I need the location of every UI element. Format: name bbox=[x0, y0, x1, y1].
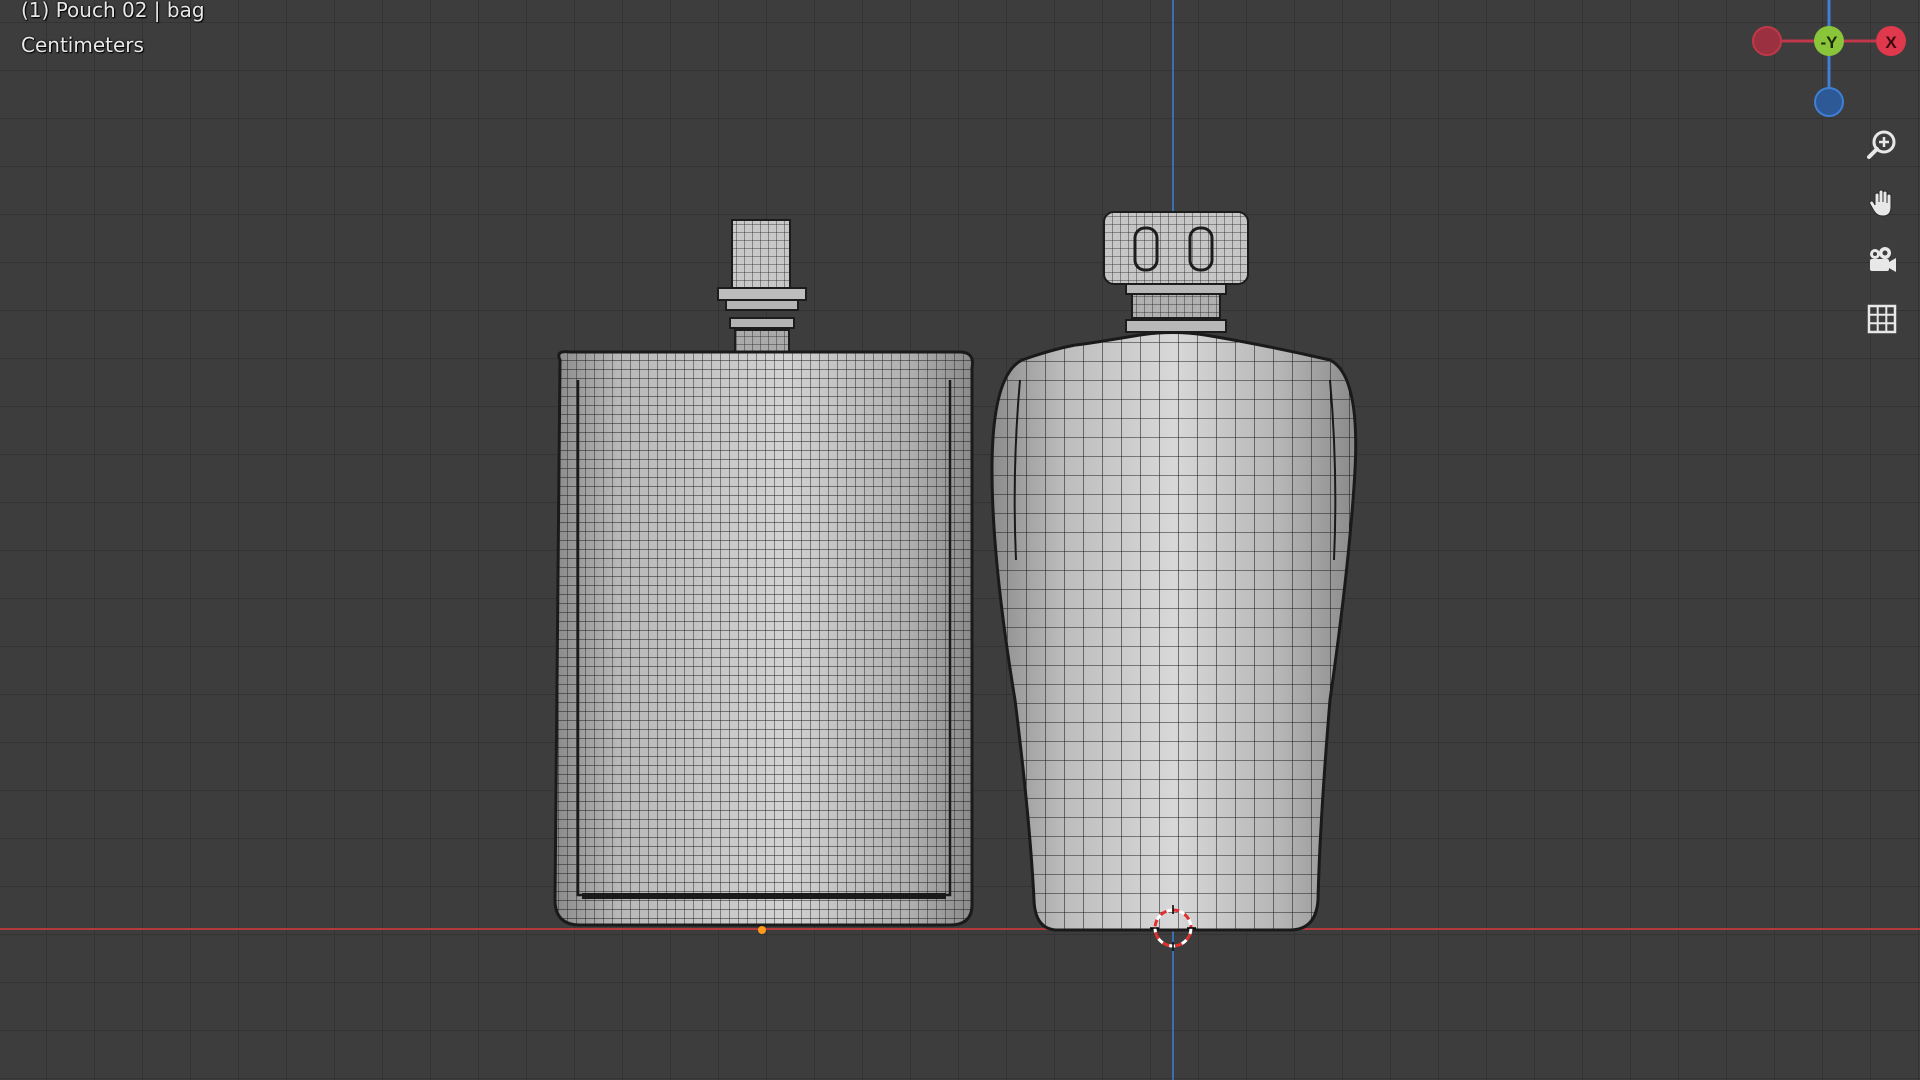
unit-label: Centimeters bbox=[21, 33, 144, 57]
pouch-spout bbox=[717, 219, 807, 353]
camera-icon bbox=[1870, 247, 1896, 272]
navigation-gizmo[interactable]: -Y X bbox=[1740, 0, 1920, 130]
ortho-toggle-button[interactable] bbox=[1860, 297, 1904, 341]
object-info-label: (1) Pouch 02 | bag bbox=[21, 0, 205, 22]
pan-button[interactable] bbox=[1860, 181, 1904, 225]
x-axis-label: X bbox=[1885, 33, 1897, 52]
hand-pan-icon bbox=[1869, 189, 1892, 217]
camera-view-button[interactable] bbox=[1860, 239, 1904, 283]
bottle-cap bbox=[1103, 211, 1249, 333]
origin-dot bbox=[758, 926, 766, 934]
3d-viewport[interactable]: (1) Pouch 02 | bag Centimeters -Y X bbox=[0, 0, 1920, 1080]
y-axis-label: -Y bbox=[1821, 33, 1839, 52]
y-axis-handle[interactable]: -Y bbox=[1814, 26, 1844, 56]
zoom-button[interactable] bbox=[1860, 123, 1904, 167]
x-axis-handle[interactable]: X bbox=[1876, 26, 1906, 56]
neg-x-axis-handle[interactable] bbox=[1752, 26, 1782, 56]
grid-ortho-icon bbox=[1867, 304, 1897, 334]
bottle-mesh bbox=[990, 331, 1358, 932]
pouch-mesh bbox=[553, 350, 974, 927]
zoom-icon bbox=[1867, 130, 1896, 159]
scene-models bbox=[553, 211, 1358, 951]
z-axis-handle[interactable] bbox=[1814, 87, 1844, 117]
